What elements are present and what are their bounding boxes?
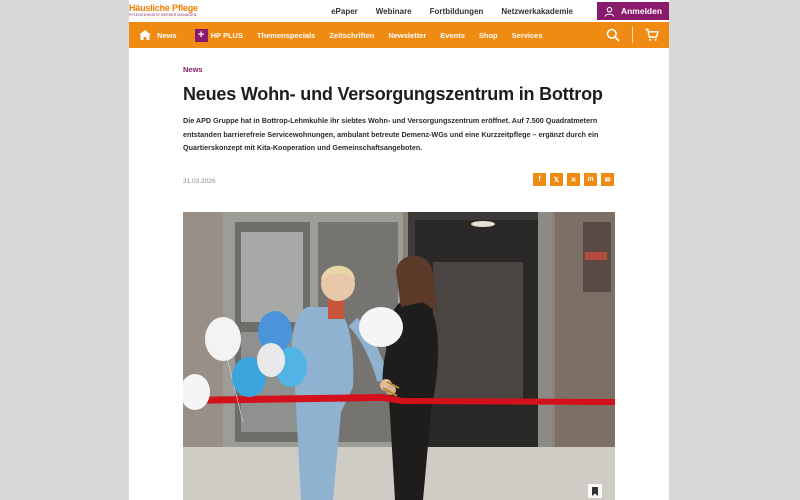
- mail-icon[interactable]: ✉: [601, 173, 614, 186]
- top-link-webinare[interactable]: Webinare: [376, 7, 412, 16]
- logo-title: Häusliche Pflege: [129, 3, 198, 13]
- nav-tools: [606, 27, 659, 43]
- nav-services[interactable]: Services: [512, 31, 543, 40]
- home-icon[interactable]: [139, 30, 151, 40]
- login-label: Anmelden: [620, 6, 663, 16]
- search-icon[interactable]: [606, 28, 620, 42]
- nav-divider: [632, 27, 633, 43]
- nav-themenspecials[interactable]: Themenspecials: [257, 31, 315, 40]
- page-margin-right: [669, 0, 800, 500]
- hp-plus-icon: +: [194, 28, 208, 42]
- article-title: Neues Wohn- und Versorgungszentrum in Bo…: [183, 84, 603, 104]
- article-category[interactable]: News: [183, 65, 203, 74]
- top-link-netzwerkakademie[interactable]: Netzwerkakademie: [501, 7, 573, 16]
- nav-zeitschriften[interactable]: Zeitschriften: [329, 31, 374, 40]
- ribbon-cutting-photo: [183, 212, 615, 500]
- share-buttons: f 𝕏 ✕ in ✉: [533, 173, 614, 186]
- logo-tagline: PFLEGEDIENSTE BESSER MANAGEN: [129, 13, 197, 17]
- hp-plus-label: HP PLUS: [210, 30, 243, 40]
- facebook-icon[interactable]: f: [533, 173, 546, 186]
- x-icon[interactable]: 𝕏: [550, 173, 563, 186]
- site-logo[interactable]: Häusliche Pflege PFLEGEDIENSTE BESSER MA…: [129, 3, 198, 17]
- nav-events[interactable]: Events: [440, 31, 465, 40]
- bookmark-icon[interactable]: [588, 484, 602, 498]
- login-button[interactable]: Anmelden: [597, 2, 669, 20]
- nav-shop[interactable]: Shop: [479, 31, 498, 40]
- main-nav: News + HP PLUS Themenspecials Zeitschrif…: [129, 22, 669, 48]
- top-link-fortbildungen[interactable]: Fortbildungen: [430, 7, 484, 16]
- page-margin-left: [0, 0, 129, 500]
- article-lead: Die APD Gruppe hat in Bottrop-Lehmkuhle …: [183, 116, 599, 152]
- article-date: 31.03.2026: [183, 178, 216, 185]
- nav-news[interactable]: News: [157, 31, 177, 40]
- user-icon: [604, 6, 615, 17]
- nav-newsletter[interactable]: Newsletter: [388, 31, 426, 40]
- cart-icon[interactable]: [645, 28, 659, 42]
- top-link-epaper[interactable]: ePaper: [331, 7, 358, 16]
- top-header: Häusliche Pflege PFLEGEDIENSTE BESSER MA…: [129, 0, 669, 22]
- linkedin-icon[interactable]: in: [584, 173, 597, 186]
- xing-icon[interactable]: ✕: [567, 173, 580, 186]
- top-links: ePaper Webinare Fortbildungen Netzwerkak…: [331, 7, 573, 16]
- nav-hp-plus[interactable]: + HP PLUS: [194, 28, 243, 42]
- article-hero-image: [183, 212, 615, 500]
